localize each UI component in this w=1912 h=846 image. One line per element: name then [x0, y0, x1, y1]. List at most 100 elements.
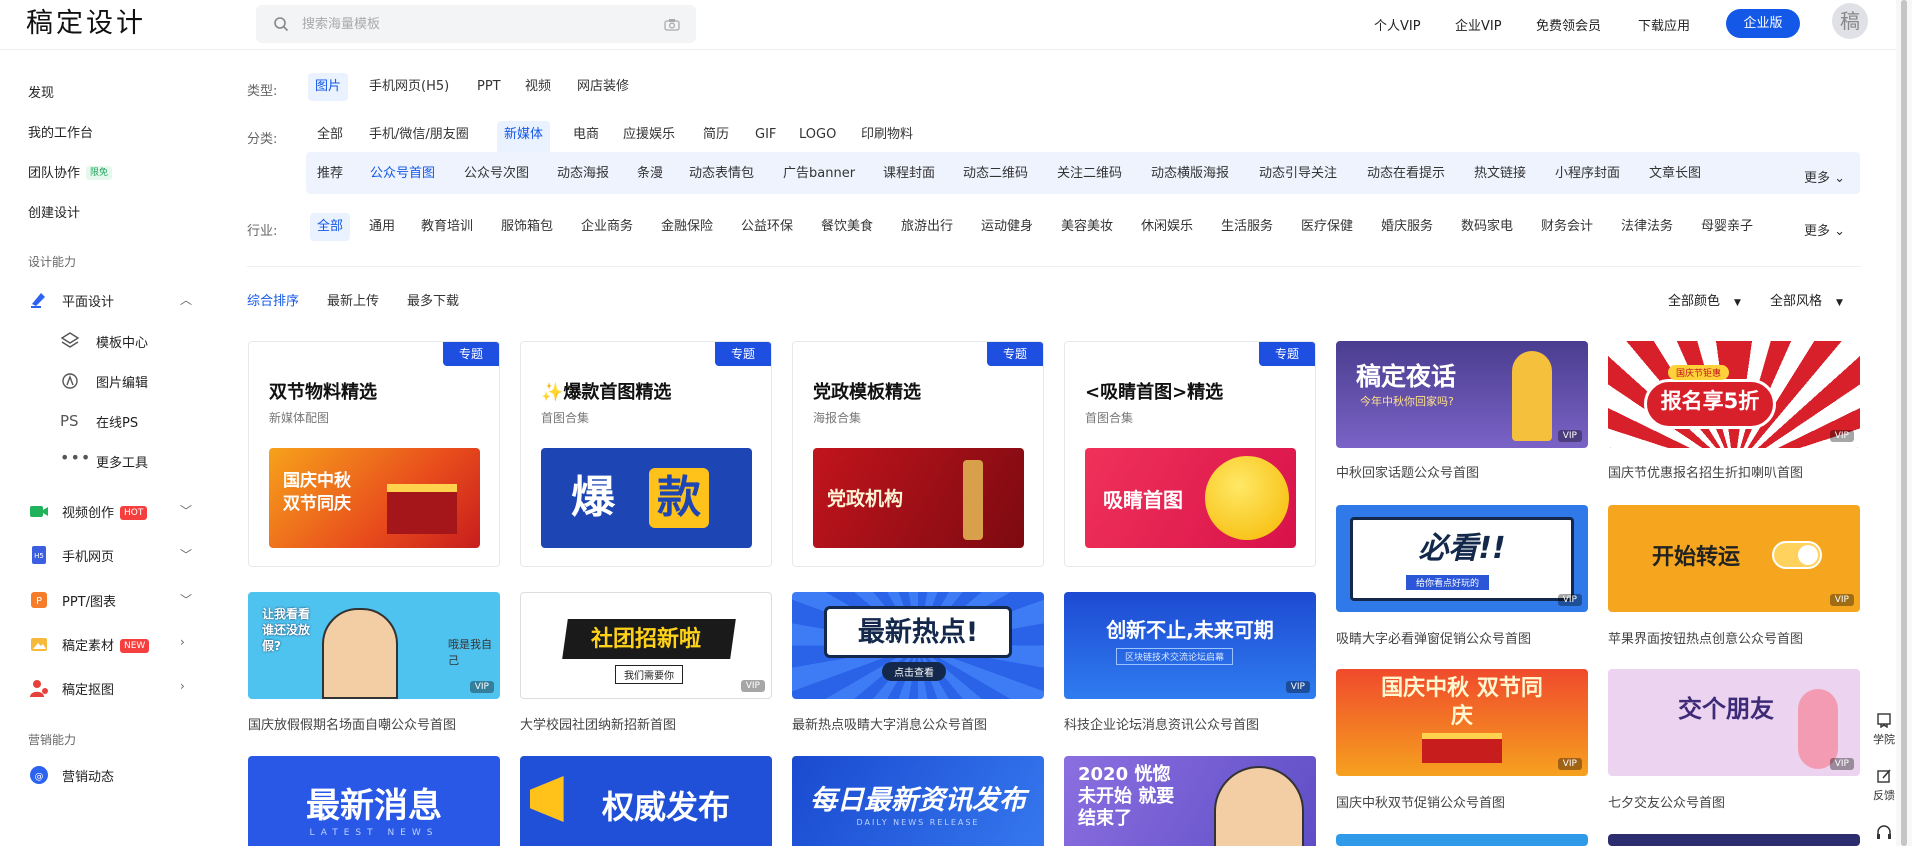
- sidebar-item-online-ps[interactable]: 在线PS: [96, 412, 138, 431]
- style-dropdown[interactable]: 全部风格 ▼: [1770, 290, 1843, 309]
- sidebar-item-workspace[interactable]: 我的工作台: [28, 122, 93, 141]
- sort-option-comprehensive[interactable]: 综合排序: [247, 290, 299, 309]
- sidebar-item-h5[interactable]: 手机网页: [62, 546, 114, 565]
- subcategory-option[interactable]: 热文链接: [1467, 160, 1533, 188]
- type-option-h5[interactable]: 手机网页(H5): [362, 73, 456, 101]
- subcategory-option[interactable]: 公众号次图: [457, 160, 536, 188]
- category-option[interactable]: 手机/微信/朋友圈: [362, 121, 476, 149]
- collection-card[interactable]: 专题 <吸睛首图>精选 首图合集 吸睛首图: [1064, 341, 1316, 567]
- industry-option[interactable]: 婚庆服务: [1374, 213, 1440, 241]
- subcategory-option[interactable]: 推荐: [310, 160, 350, 188]
- sidebar-item-cutout[interactable]: 稿定抠图: [62, 679, 114, 698]
- industry-option[interactable]: 企业商务: [574, 213, 640, 241]
- template-thumbnail[interactable]: 每日最新资讯发布 DAILY NEWS RELEASE: [792, 756, 1044, 846]
- template-thumbnail[interactable]: 交个朋友 VIP: [1608, 669, 1860, 776]
- industry-option[interactable]: 公益环保: [734, 213, 800, 241]
- sidebar-item-image-edit[interactable]: 图片编辑: [96, 372, 148, 391]
- subcategory-option[interactable]: 广告banner: [776, 160, 862, 188]
- type-option-ppt[interactable]: PPT: [470, 73, 508, 101]
- sidebar-item-template-center[interactable]: 模板中心: [96, 332, 148, 351]
- scrollbar[interactable]: [1896, 0, 1912, 846]
- template-caption[interactable]: 中秋回家话题公众号首图: [1336, 462, 1479, 481]
- template-thumbnail[interactable]: 最新消息 LATEST NEWS: [248, 756, 500, 846]
- template-caption[interactable]: 吸睛大字必看弹窗促销公众号首图: [1336, 628, 1531, 647]
- sidebar-item-graphic[interactable]: 平面设计: [62, 291, 114, 310]
- subcategory-option[interactable]: 小程序封面: [1548, 160, 1627, 188]
- nav-enterprise-vip[interactable]: 企业VIP: [1455, 15, 1502, 34]
- search-box[interactable]: [256, 5, 696, 43]
- industry-option[interactable]: 医疗保健: [1294, 213, 1360, 241]
- chevron-right-icon[interactable]: ›: [180, 635, 185, 649]
- sidebar-item-material[interactable]: 稿定素材 NEW: [62, 635, 150, 654]
- template-thumbnail[interactable]: 必看!! 给你看点好玩的 VIP: [1336, 505, 1588, 612]
- category-option[interactable]: 全部: [310, 121, 350, 149]
- nav-free-member[interactable]: 免费领会员: [1536, 15, 1601, 34]
- template-caption[interactable]: 科技企业论坛消息资讯公众号首图: [1064, 714, 1259, 733]
- subcategory-option[interactable]: 动态横版海报: [1144, 160, 1236, 188]
- category-option-newmedia[interactable]: 新媒体: [497, 121, 551, 152]
- category-option[interactable]: 印刷物料: [854, 121, 920, 149]
- industry-option[interactable]: 休闲娱乐: [1134, 213, 1200, 241]
- template-thumbnail[interactable]: [1336, 834, 1588, 846]
- template-thumbnail[interactable]: 开始转运 VIP: [1608, 505, 1860, 612]
- template-caption[interactable]: 大学校园社团纳新招新首图: [520, 714, 676, 733]
- category-option[interactable]: LOGO: [792, 121, 843, 149]
- industry-option[interactable]: 运动健身: [974, 213, 1040, 241]
- industry-option[interactable]: 母婴亲子: [1694, 213, 1760, 241]
- chevron-up-icon[interactable]: ︿: [180, 291, 192, 308]
- industry-option[interactable]: 通用: [362, 213, 402, 241]
- category-option[interactable]: 电商: [566, 121, 606, 149]
- subcategory-option[interactable]: 动态引导关注: [1252, 160, 1344, 188]
- nav-download-app[interactable]: 下载应用: [1638, 15, 1690, 34]
- color-dropdown[interactable]: 全部颜色 ▼: [1668, 290, 1741, 309]
- search-input[interactable]: [302, 14, 632, 34]
- chevron-down-icon[interactable]: ﹀: [180, 591, 192, 608]
- nav-personal-vip[interactable]: 个人VIP: [1374, 15, 1421, 34]
- industry-option[interactable]: 金融保险: [654, 213, 720, 241]
- industry-option[interactable]: 美容美妆: [1054, 213, 1120, 241]
- sidebar-item-team[interactable]: 团队协作 限免: [28, 162, 113, 181]
- industry-more[interactable]: 更多 ⌄: [1804, 220, 1845, 239]
- sidebar-item-create[interactable]: 创建设计: [28, 202, 80, 221]
- sort-option-newest[interactable]: 最新上传: [327, 290, 379, 309]
- subcategory-option[interactable]: 动态二维码: [956, 160, 1035, 188]
- subcategory-option[interactable]: 文章长图: [1642, 160, 1708, 188]
- category-option[interactable]: 应援娱乐: [616, 121, 682, 149]
- subcategory-option[interactable]: 动态海报: [550, 160, 616, 188]
- template-thumbnail[interactable]: 国庆中秋 双节同庆 VIP: [1336, 669, 1588, 776]
- template-thumbnail[interactable]: 报名享5折 国庆节钜惠 VIP: [1608, 341, 1860, 448]
- type-option-video[interactable]: 视频: [518, 73, 558, 101]
- sort-option-downloads[interactable]: 最多下载: [407, 290, 459, 309]
- template-caption[interactable]: 七夕交友公众号首图: [1608, 792, 1725, 811]
- template-caption[interactable]: 国庆中秋双节促销公众号首图: [1336, 792, 1505, 811]
- avatar[interactable]: 稿: [1832, 3, 1868, 39]
- template-caption[interactable]: 国庆放假假期名场面自嘲公众号首图: [248, 714, 456, 733]
- template-thumbnail[interactable]: 2020 恍惚未开始 就要结束了: [1064, 756, 1316, 846]
- sidebar-item-ppt[interactable]: PPT/图表: [62, 591, 116, 610]
- subcategory-option[interactable]: 关注二维码: [1050, 160, 1129, 188]
- template-thumbnail[interactable]: 最新热点! 点击查看: [792, 592, 1044, 699]
- camera-icon[interactable]: [664, 18, 680, 31]
- logo[interactable]: 稿定设计: [26, 6, 146, 42]
- chevron-down-icon[interactable]: ﹀: [180, 502, 192, 519]
- industry-option[interactable]: 数码家电: [1454, 213, 1520, 241]
- industry-option[interactable]: 教育培训: [414, 213, 480, 241]
- template-thumbnail[interactable]: 创新不止,未来可期 区块链技术交流论坛启幕 VIP: [1064, 592, 1316, 699]
- subcategory-option[interactable]: 动态表情包: [682, 160, 761, 188]
- industry-option[interactable]: 财务会计: [1534, 213, 1600, 241]
- subcategory-option[interactable]: 动态在看提示: [1360, 160, 1452, 188]
- enterprise-button[interactable]: 企业版: [1726, 9, 1800, 38]
- template-caption[interactable]: 国庆节优惠报名招生折扣喇叭首图: [1608, 462, 1803, 481]
- subcategory-option[interactable]: 条漫: [630, 160, 670, 188]
- template-thumbnail[interactable]: [1608, 834, 1860, 846]
- type-option-image[interactable]: 图片: [308, 73, 349, 101]
- sidebar-item-more-tools[interactable]: 更多工具: [96, 452, 148, 471]
- sidebar-item-discover[interactable]: 发现: [28, 82, 54, 101]
- type-option-shop[interactable]: 网店装修: [570, 73, 636, 101]
- template-thumbnail[interactable]: 稿定夜话 今年中秋你回家吗? VIP: [1336, 341, 1588, 448]
- scrollbar-thumb[interactable]: [1901, 0, 1907, 846]
- chevron-right-icon[interactable]: ›: [180, 679, 185, 693]
- subcategory-more[interactable]: 更多 ⌄: [1804, 167, 1845, 186]
- industry-option-all[interactable]: 全部: [310, 213, 351, 241]
- category-option[interactable]: GIF: [748, 121, 783, 149]
